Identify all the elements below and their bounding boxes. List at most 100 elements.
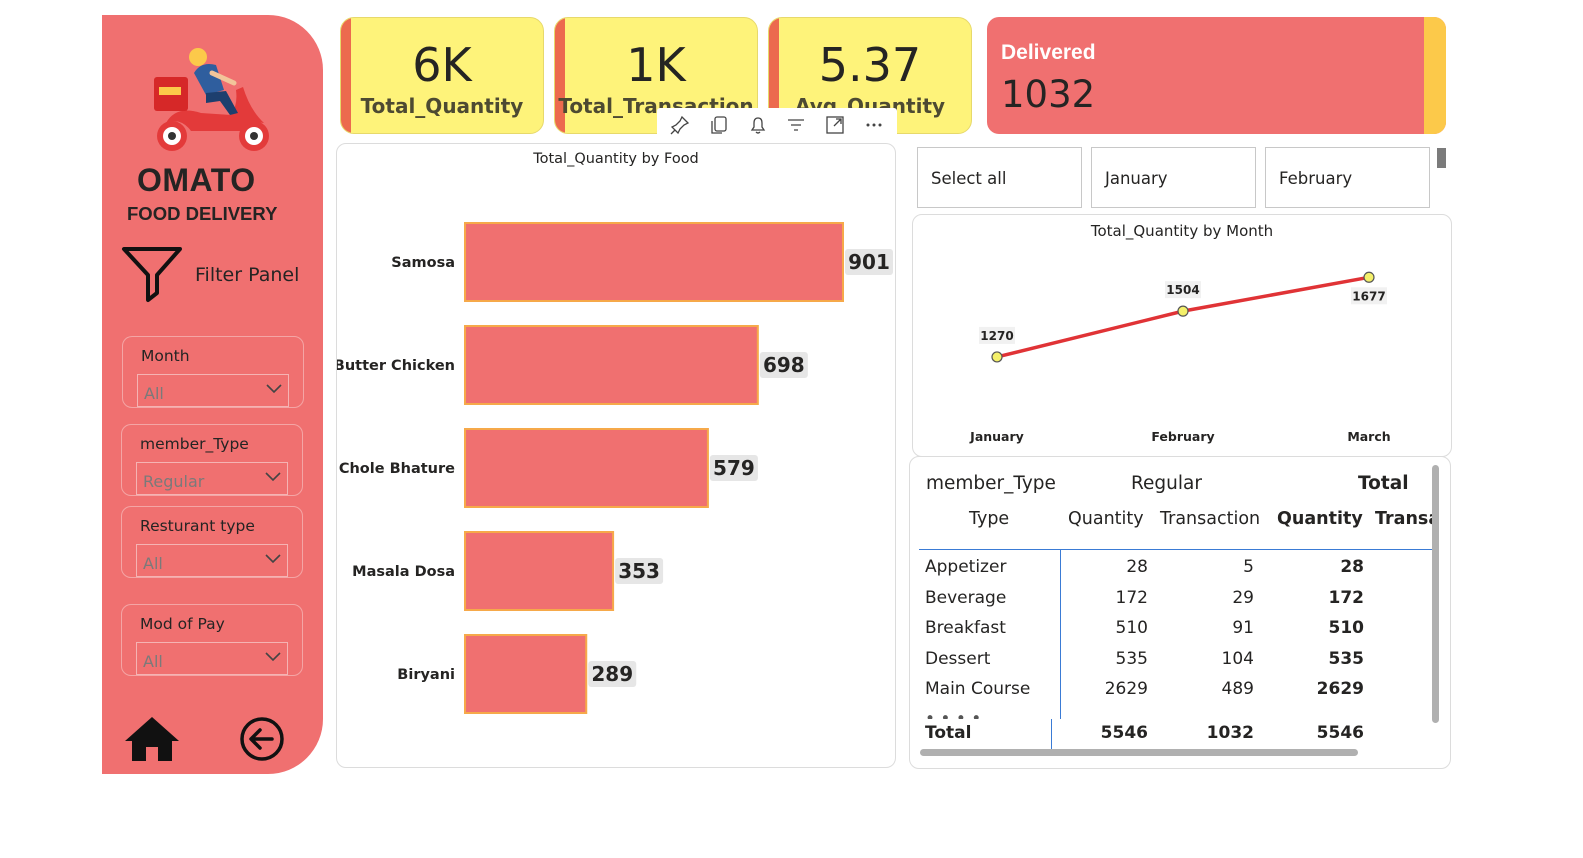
total-row: Total 5546 1032 5546: [919, 719, 1364, 753]
cell-total-quantity: 535: [1328, 649, 1365, 669]
cell-transaction: 489: [1221, 679, 1254, 699]
category-label: Butter Chicken: [337, 358, 455, 374]
data-label: 901: [848, 250, 890, 274]
mode-of-pay-dropdown[interactable]: All: [136, 642, 288, 675]
cell-transaction: 29: [1232, 588, 1254, 608]
total-quantity: 5546: [1100, 723, 1148, 743]
dropdown-value: Regular: [143, 472, 205, 491]
bar-samosa: [464, 222, 844, 302]
cell-transaction: 5: [1243, 557, 1254, 577]
clipped-row: • • • •: [910, 709, 1440, 719]
category-label: Samosa: [391, 255, 455, 271]
line-chart-panel[interactable]: Total_Quantity by Month 1270 January 1504 F…: [912, 214, 1452, 457]
kpi-card-total-quantity: 6K Total_Quantity: [340, 17, 544, 134]
delivered-value: 1032: [1001, 73, 1096, 116]
more-options-icon[interactable]: [863, 114, 885, 136]
cell-quantity: 510: [1115, 618, 1148, 638]
vertical-scrollbar[interactable]: [1432, 465, 1439, 723]
data-point: [991, 351, 1003, 363]
home-icon[interactable]: [123, 715, 181, 763]
bar-chole-bhature: [464, 428, 709, 508]
data-label: 1504: [1166, 283, 1199, 297]
row-type: Breakfast: [925, 618, 1006, 638]
category-label: Biryani: [397, 667, 455, 683]
row-type: Dessert: [925, 649, 991, 669]
data-label: 289: [591, 662, 633, 686]
cell-total-quantity: 172: [1328, 588, 1365, 608]
cell-quantity: 172: [1115, 588, 1148, 608]
slicer-label: Mod of Pay: [140, 615, 225, 633]
slicer-label: Resturant type: [140, 517, 255, 535]
month-dropdown[interactable]: All: [137, 374, 289, 407]
horizontal-scrollbar[interactable]: [920, 749, 1358, 756]
delivered-accent: [1424, 17, 1446, 134]
tile-label: February: [1279, 169, 1353, 188]
restaurant-type-dropdown[interactable]: All: [136, 544, 288, 577]
bell-icon[interactable]: [747, 114, 769, 136]
delivered-card: Delivered 1032: [987, 17, 1446, 134]
month-tile-january[interactable]: January: [1091, 147, 1256, 208]
chevron-down-icon: [265, 472, 281, 482]
data-label: 698: [763, 353, 805, 377]
slicer-member-type: member_Type Regular: [121, 424, 303, 496]
slicer-label: member_Type: [140, 435, 249, 453]
filter-icon[interactable]: [785, 114, 807, 136]
x-tick-label: February: [1151, 429, 1214, 444]
matrix-row-field: Type: [969, 509, 1010, 529]
matrix-col-total-quantity[interactable]: Quantity: [1277, 509, 1363, 529]
total-label: Total: [925, 723, 972, 743]
brand-name: OMATO: [137, 162, 256, 198]
tile-scrollbar[interactable]: [1437, 148, 1446, 168]
matrix-panel[interactable]: member_Type Regular Total Type Quantity …: [909, 456, 1451, 769]
slicer-restaurant-type: Resturant type All: [121, 506, 303, 578]
chevron-down-icon: [265, 554, 281, 564]
category-label: Chole Bhature: [339, 461, 455, 477]
bar-masala-dosa: [464, 531, 615, 611]
back-arrow-icon[interactable]: [238, 715, 286, 763]
row-type-clipped: • • • •: [925, 709, 982, 719]
tile-label: January: [1105, 169, 1168, 188]
bar-biryani: [464, 634, 588, 714]
kpi-value: 5.37: [818, 38, 922, 92]
slicer-mode-of-pay: Mod of Pay All: [121, 604, 303, 676]
dropdown-value: All: [143, 652, 163, 671]
data-point: [1177, 305, 1189, 317]
matrix-col-total-transaction[interactable]: Transa: [1375, 509, 1440, 529]
matrix-group-header: Regular: [1131, 473, 1202, 494]
chevron-down-icon: [266, 384, 282, 394]
copy-icon[interactable]: [708, 114, 730, 136]
dropdown-value: All: [144, 384, 164, 403]
data-label: 353: [618, 559, 660, 583]
month-tile-select-all[interactable]: Select all: [917, 147, 1082, 208]
matrix-col-quantity[interactable]: Quantity: [1068, 509, 1144, 529]
member-type-dropdown[interactable]: Regular: [136, 462, 288, 495]
cell-total-quantity: 2629: [1316, 679, 1364, 699]
filter-funnel-icon: [122, 247, 182, 302]
x-tick-label: January: [969, 429, 1024, 444]
slicer-label: Month: [141, 347, 190, 365]
row-header-divider: [1051, 719, 1052, 749]
scooter-rider-icon: [154, 48, 269, 151]
matrix-col-transaction[interactable]: Transaction: [1160, 509, 1260, 529]
bar-butter-chicken: [464, 325, 759, 405]
data-point: [1363, 271, 1375, 283]
kpi-value: 6K: [412, 38, 472, 92]
data-label: 579: [713, 456, 755, 480]
bar-chart: Samosa 901 Butter Chicken 698 Chole Bhature 5…: [337, 222, 893, 714]
line-chart: 1270 January 1504 February 1677 March: [969, 271, 1391, 444]
month-tile-february[interactable]: February: [1265, 147, 1430, 208]
cell-quantity: 2629: [1104, 679, 1148, 699]
data-label: 1677: [1352, 289, 1385, 303]
filter-sidebar: OMATO FOOD DELIVERY Filter Panel Month A…: [102, 15, 323, 774]
bar-chart-panel[interactable]: Total_Quantity by Food Samosa 901 Butter C…: [336, 143, 896, 768]
focus-mode-icon[interactable]: [824, 114, 846, 136]
matrix-column-field: member_Type: [926, 473, 1056, 494]
filter-panel-title: Filter Panel: [195, 264, 300, 286]
pin-icon[interactable]: [669, 114, 691, 136]
kpi-value: 1K: [626, 38, 686, 92]
total-total-quantity: 5546: [1316, 723, 1364, 743]
tile-label: Select all: [931, 169, 1007, 188]
category-label: Masala Dosa: [352, 564, 455, 580]
cell-total-quantity: 28: [1340, 557, 1364, 577]
row-type: Beverage: [925, 588, 1007, 608]
